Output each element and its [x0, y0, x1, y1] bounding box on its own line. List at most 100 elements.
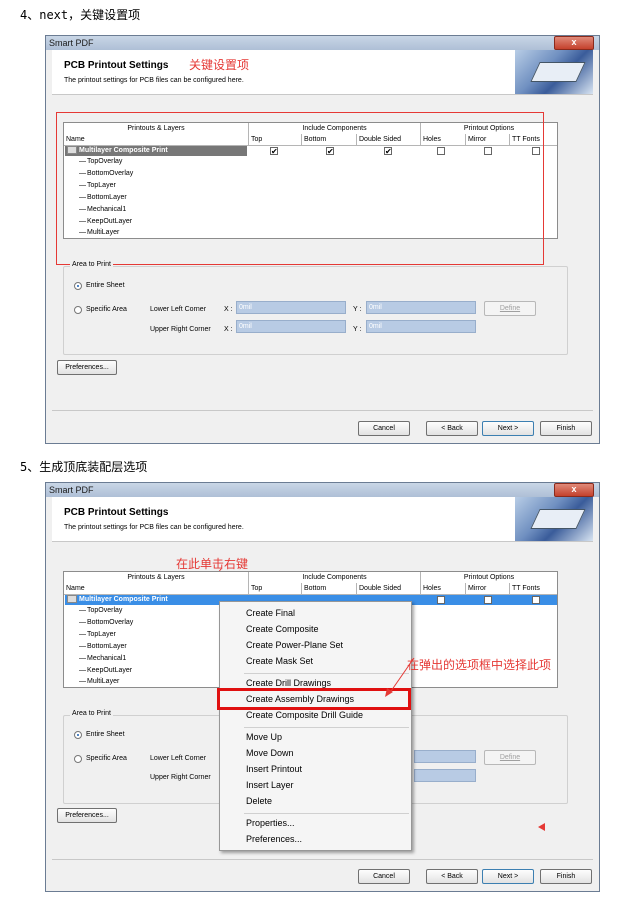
context-menu: Create Final Create Composite Create Pow…: [219, 601, 412, 851]
header-printout-options: Printout Options: [463, 574, 515, 581]
root-printout-label: Multilayer Composite Print: [79, 596, 168, 603]
layer-row[interactable]: BottomOverlay: [65, 618, 133, 628]
key-settings-annotation: 关键设置项: [189, 58, 250, 72]
menu-item-move-down[interactable]: Move Down: [246, 748, 294, 758]
menu-separator: [244, 727, 409, 728]
layer-row[interactable]: KeepOutLayer: [65, 666, 132, 676]
area-to-print-group: Area to Print Entire Sheet Specific Area…: [63, 261, 568, 355]
layer-row[interactable]: TopOverlay: [65, 606, 122, 616]
page-subtitle: The printout settings for PCB files can …: [64, 524, 244, 531]
lower-left-label: Lower Left Corner: [150, 306, 207, 313]
menu-item-create-power-plane-set[interactable]: Create Power-Plane Set: [246, 640, 343, 650]
tt-fonts-checkbox[interactable]: [532, 596, 540, 604]
back-label: < Back: [441, 425, 463, 432]
layer-row[interactable]: BottomLayer: [65, 642, 127, 652]
menu-item-create-composite[interactable]: Create Composite: [246, 624, 319, 634]
col-name[interactable]: Name: [64, 583, 249, 594]
menu-item-preferences[interactable]: Preferences...: [246, 834, 302, 844]
entire-sheet-label: Entire Sheet: [86, 731, 125, 738]
page-title: PCB Printout Settings: [64, 507, 169, 518]
finish-label: Finish: [556, 425, 576, 432]
layer-row[interactable]: MultiLayer: [65, 677, 119, 687]
menu-item-insert-printout[interactable]: Insert Printout: [246, 764, 302, 774]
col-top[interactable]: Top: [249, 583, 302, 594]
x-label: X :: [224, 326, 233, 333]
finish-button[interactable]: Finish: [540, 869, 592, 884]
lower-left-y-input[interactable]: [414, 750, 476, 763]
mouse-cursor-icon: [538, 823, 545, 831]
y-label: Y :: [353, 326, 362, 333]
page-subtitle: The printout settings for PCB files can …: [64, 77, 244, 84]
step5-caption: 5、生成顶底装配层选项: [20, 460, 148, 474]
col-holes[interactable]: Holes: [421, 583, 466, 594]
finish-label: Finish: [556, 873, 576, 880]
menu-separator: [244, 813, 409, 814]
entire-sheet-radio[interactable]: [74, 282, 82, 290]
next-label: Next >: [497, 425, 519, 432]
menu-item-create-drill-drawings[interactable]: Create Drill Drawings: [246, 678, 331, 688]
area-to-print-label: Area to Print: [70, 261, 113, 268]
col-mirror[interactable]: Mirror: [466, 583, 510, 594]
menu-item-create-mask-set[interactable]: Create Mask Set: [246, 656, 313, 666]
select-item-annotation: 在弹出的选项框中选择此项: [407, 658, 552, 672]
define-label: Define: [499, 305, 521, 312]
mirror-checkbox[interactable]: [484, 596, 492, 604]
back-button[interactable]: < Back: [426, 869, 478, 884]
cancel-button[interactable]: Cancel: [358, 421, 410, 436]
next-button[interactable]: Next >: [482, 869, 534, 884]
menu-item-move-up[interactable]: Move Up: [246, 732, 282, 742]
lower-left-y-input[interactable]: 0mil: [366, 301, 476, 314]
define-button[interactable]: Define: [484, 750, 536, 765]
footer-separator: [52, 410, 593, 411]
y-label: Y :: [353, 306, 362, 313]
cancel-label: Cancel: [373, 873, 395, 880]
back-label: < Back: [441, 873, 463, 880]
specific-area-radio[interactable]: [74, 306, 82, 314]
smart-pdf-window-step4: Smart PDF x PCB Printout Settings 关键设置项 …: [45, 35, 600, 444]
lower-left-x-input[interactable]: 0mil: [236, 301, 346, 314]
specific-area-label: Specific Area: [86, 755, 127, 762]
window-title: Smart PDF: [49, 485, 94, 495]
header-include-components: Include Components: [249, 572, 421, 583]
specific-area-radio[interactable]: [74, 755, 82, 763]
menu-item-insert-layer[interactable]: Insert Layer: [246, 780, 294, 790]
finish-button[interactable]: Finish: [540, 421, 592, 436]
printout-icon: [67, 595, 77, 604]
title-bar: Smart PDF x: [46, 36, 599, 50]
cancel-label: Cancel: [373, 425, 395, 432]
cancel-button[interactable]: Cancel: [358, 869, 410, 884]
step4-caption: 4、next，关键设置项: [20, 8, 141, 22]
upper-right-y-input[interactable]: [414, 769, 476, 782]
define-label: Define: [499, 754, 521, 761]
menu-item-delete[interactable]: Delete: [246, 796, 272, 806]
close-button[interactable]: x: [554, 483, 594, 497]
menu-item-create-final[interactable]: Create Final: [246, 608, 295, 618]
layer-row[interactable]: Mechanical1: [65, 654, 126, 664]
preferences-button[interactable]: Preferences...: [57, 360, 117, 375]
preferences-button[interactable]: Preferences...: [57, 808, 117, 823]
wizard-header: PCB Printout Settings 关键设置项 The printout…: [52, 50, 593, 95]
col-tt-fonts[interactable]: TT Fonts: [510, 583, 557, 594]
annotation-highlight-rect: [56, 112, 544, 265]
layer-row[interactable]: TopLayer: [65, 630, 116, 640]
holes-checkbox[interactable]: [437, 596, 445, 604]
back-button[interactable]: < Back: [426, 421, 478, 436]
upper-right-label: Upper Right Corner: [150, 326, 211, 333]
menu-item-properties[interactable]: Properties...: [246, 818, 295, 828]
next-label: Next >: [497, 873, 519, 880]
x-label: X :: [224, 306, 233, 313]
footer-separator: [52, 859, 593, 860]
entire-sheet-label: Entire Sheet: [86, 282, 125, 289]
entire-sheet-radio[interactable]: [74, 731, 82, 739]
col-double-sided[interactable]: Double Sided: [357, 583, 421, 594]
header-printouts-layers: Printouts & Layers: [64, 572, 249, 583]
upper-right-x-input[interactable]: 0mil: [236, 320, 346, 333]
wizard-banner-image: [515, 497, 593, 541]
lower-left-label: Lower Left Corner: [150, 755, 207, 762]
close-button[interactable]: x: [554, 36, 594, 50]
next-button[interactable]: Next >: [482, 421, 534, 436]
upper-right-y-input[interactable]: 0mil: [366, 320, 476, 333]
define-button[interactable]: Define: [484, 301, 536, 316]
menu-item-create-composite-drill-guide[interactable]: Create Composite Drill Guide: [246, 710, 363, 720]
col-bottom[interactable]: Bottom: [302, 583, 357, 594]
